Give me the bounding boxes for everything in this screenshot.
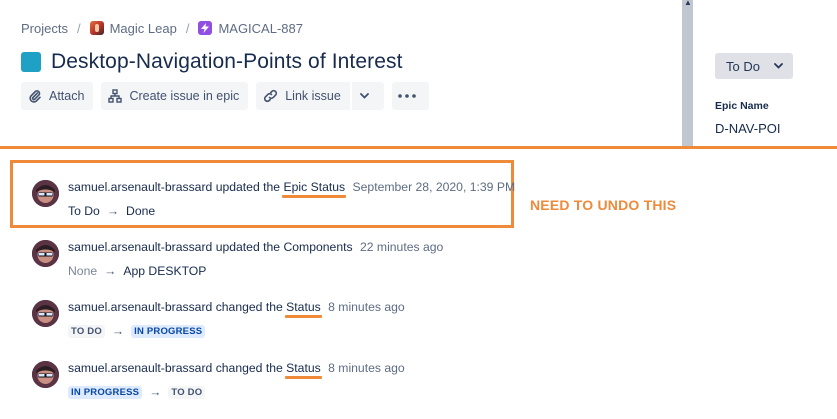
history-user-link[interactable]: samuel.arsenault-brassard [68,361,212,375]
more-dots-icon [398,94,416,98]
scroll-up-arrow-icon[interactable]: ▲ [684,0,692,7]
history-change: IN PROGRESS → TO DO [68,385,206,399]
project-avatar-icon [89,21,104,35]
history-from-value: To Do [68,204,100,218]
create-issue-in-epic-label: Create issue in epic [129,89,240,103]
history-action: changed the [215,300,283,314]
history-action: changed the [215,361,283,375]
breadcrumb: Projects / Magic Leap / MAGICAL-887 [21,19,303,37]
history-user-link[interactable]: samuel.arsenault-brassard [68,300,212,314]
epic-name-value[interactable]: D-NAV-POI [715,121,781,136]
history-to-value: App DESKTOP [123,264,207,278]
attach-button-label: Attach [49,89,85,103]
history-timestamp: 8 minutes ago [328,361,405,375]
avatar[interactable] [32,240,59,267]
status-lozenge-todo: TO DO [68,324,105,338]
history-change: None → App DESKTOP [68,264,206,278]
paperclip-icon [29,90,41,103]
scrollbar[interactable] [682,0,693,146]
history-action: updated the [215,180,281,194]
history-from-value: None [68,264,98,278]
breadcrumb-issue-key-link[interactable]: MAGICAL-887 [218,21,303,36]
history-to-value: Done [126,204,156,218]
more-actions-button[interactable] [391,82,429,110]
history-change: TO DO → IN PROGRESS [68,324,206,338]
create-issue-in-epic-button[interactable]: Create issue in epic [101,82,249,110]
link-issue-dropdown-button[interactable] [351,82,384,110]
breadcrumb-projects-link[interactable]: Projects [21,21,68,36]
issue-title[interactable]: Desktop-Navigation-Points of Interest [51,50,403,74]
history-timestamp: 8 minutes ago [328,300,405,314]
avatar[interactable] [32,361,59,388]
status-lozenge-in-progress: IN PROGRESS [68,385,143,399]
history-field: Components [283,240,353,254]
attach-button[interactable]: Attach [21,82,94,110]
history-field: Status [286,300,321,314]
avatar[interactable] [32,300,59,327]
hierarchy-icon [108,89,123,103]
breadcrumb-project-link[interactable]: Magic Leap [110,21,177,36]
arrow-right-icon: → [149,385,162,399]
epic-name-label: Epic Name [715,100,769,112]
issue-title-row: Desktop-Navigation-Points of Interest [21,50,403,74]
status-dropdown[interactable]: To Do [715,53,793,79]
annotation-note: NEED TO UNDO THIS [530,197,677,213]
history-change: To Do → Done [68,204,155,218]
history-entry-summary: samuel.arsenault-brassard updated the Co… [68,240,443,254]
epic-lightning-icon [198,21,213,35]
avatar[interactable] [32,180,59,207]
history-field: Status [286,361,321,375]
annotation-divider [0,146,837,149]
chevron-down-icon [774,61,783,71]
issue-toolbar: Attach Create issue in epic Link issue [21,82,437,110]
arrow-right-icon: → [111,324,125,338]
issue-type-icon [21,52,41,72]
history-field: Epic Status [283,180,346,194]
history-entry-summary: samuel.arsenault-brassard updated the Ep… [68,180,515,194]
status-lozenge-todo: TO DO [168,385,206,399]
history-user-link[interactable]: samuel.arsenault-brassard [68,180,212,194]
arrow-right-icon: → [106,204,120,218]
history-timestamp: 22 minutes ago [359,240,444,254]
arrow-right-icon: → [104,264,117,278]
link-icon [264,89,278,103]
history-entry-summary: samuel.arsenault-brassard changed the St… [68,300,405,314]
chevron-down-icon [359,93,369,99]
history-timestamp: September 28, 2020, 1:39 PM [352,180,516,194]
history-entry-summary: samuel.arsenault-brassard changed the St… [68,361,405,375]
link-issue-label: Link issue [285,89,341,103]
link-issue-button[interactable]: Link issue [256,82,350,110]
breadcrumb-separator: / [76,20,81,36]
status-lozenge-in-progress: IN PROGRESS [131,324,206,338]
status-dropdown-value: To Do [726,58,760,74]
history-user-link[interactable]: samuel.arsenault-brassard [68,240,212,254]
history-action: updated the [215,240,281,254]
breadcrumb-separator: / [185,20,190,36]
